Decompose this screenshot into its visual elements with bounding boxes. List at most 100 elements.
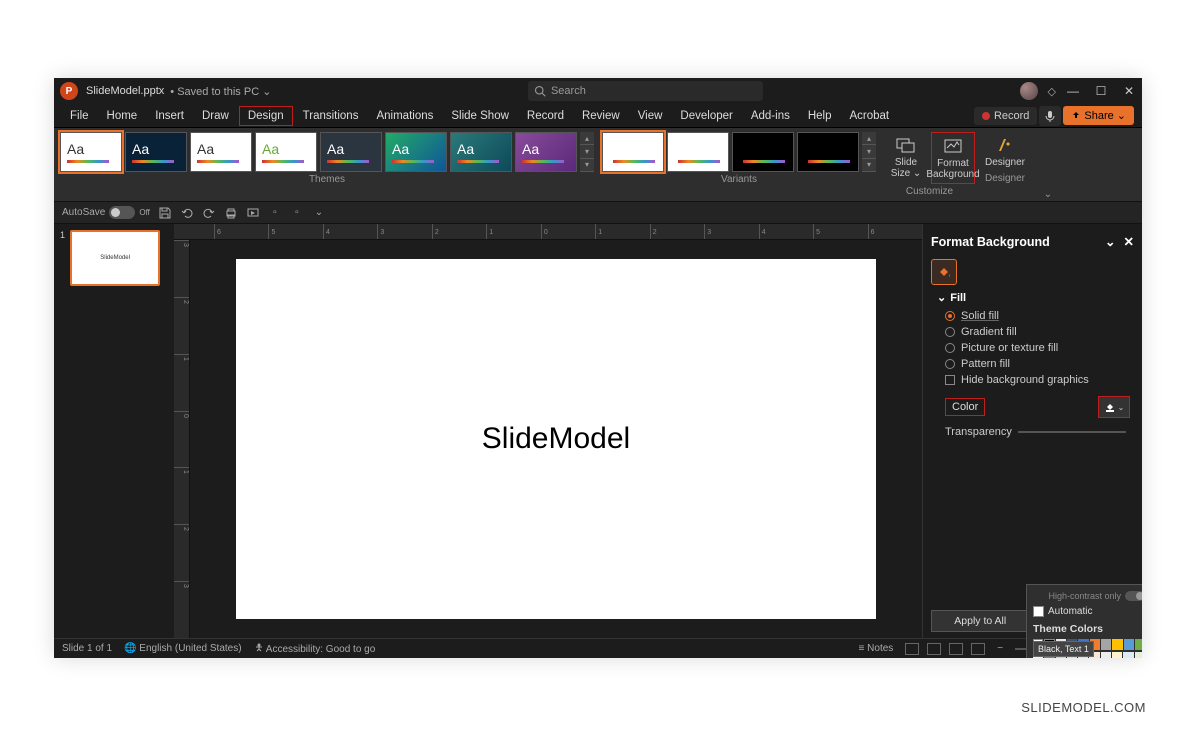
tab-file[interactable]: File: [62, 107, 97, 125]
tab-insert[interactable]: Insert: [147, 107, 192, 125]
language-status[interactable]: 🌐 English (United States): [124, 643, 242, 654]
transparency-slider[interactable]: [1018, 431, 1126, 433]
slide-canvas[interactable]: SlideModel: [236, 259, 876, 619]
theme-thumb[interactable]: Aa: [125, 132, 187, 172]
tab-help[interactable]: Help: [800, 107, 840, 125]
tab-design[interactable]: Design: [239, 106, 293, 126]
color-picker-button[interactable]: ⌄: [1098, 396, 1130, 418]
slide-panel: 1 SlideModel: [54, 224, 174, 638]
color-swatch[interactable]: [1101, 652, 1111, 658]
theme-thumb[interactable]: Aa: [450, 132, 512, 172]
high-contrast-toggle[interactable]: High-contrast only: [1031, 589, 1142, 603]
app-icon: P: [60, 82, 78, 100]
canvas-area[interactable]: SlideModel: [190, 240, 922, 638]
tab-transitions[interactable]: Transitions: [295, 107, 367, 125]
slideshow-view-icon[interactable]: [971, 643, 985, 655]
tab-view[interactable]: View: [630, 107, 671, 125]
user-avatar[interactable]: [1020, 82, 1038, 100]
from-beginning-icon[interactable]: [246, 206, 260, 220]
status-bar: Slide 1 of 1 🌐 English (United States) A…: [54, 638, 1142, 658]
reading-view-icon[interactable]: [949, 643, 963, 655]
tab-review[interactable]: Review: [574, 107, 628, 125]
variant-thumb[interactable]: [602, 132, 664, 172]
maximize-button[interactable]: ☐: [1094, 84, 1108, 98]
record-button[interactable]: Record: [974, 107, 1037, 125]
pattern-fill-radio[interactable]: Pattern fill: [937, 356, 1134, 372]
print-icon[interactable]: [224, 206, 238, 220]
minimize-button[interactable]: —: [1066, 84, 1080, 98]
accessibility-status[interactable]: Accessibility: Good to go: [254, 642, 376, 655]
ribbon-tabs: FileHomeInsertDrawDesignTransitionsAnima…: [54, 104, 1142, 128]
ribbon-collapse[interactable]: ⌄: [1039, 187, 1057, 201]
color-swatch[interactable]: [1101, 639, 1111, 650]
variants-scroll[interactable]: ▴▾▾: [862, 132, 876, 172]
picture-fill-radio[interactable]: Picture or texture fill: [937, 340, 1134, 356]
tab-home[interactable]: Home: [99, 107, 146, 125]
share-button[interactable]: Share ⌄: [1063, 106, 1134, 125]
search-icon: [534, 85, 546, 97]
color-swatch[interactable]: [1112, 652, 1122, 658]
format-background-pane: Format Background ⌄ ✕ ⌄ Fill Solid fill …: [922, 224, 1142, 638]
ruler-vertical: 3210123: [174, 240, 190, 638]
format-background-button[interactable]: Format Background: [931, 132, 975, 184]
tab-acrobat[interactable]: Acrobat: [842, 107, 898, 125]
qat-icon[interactable]: ▫: [290, 206, 304, 220]
pane-close-button[interactable]: ✕: [1124, 234, 1134, 249]
color-swatch[interactable]: [1123, 652, 1133, 658]
sorter-view-icon[interactable]: [927, 643, 941, 655]
theme-thumb[interactable]: Aa: [190, 132, 252, 172]
autosave-toggle[interactable]: AutoSave Off: [62, 206, 150, 219]
save-status[interactable]: • Saved to this PC ⌄: [170, 85, 271, 98]
designer-button[interactable]: Designer: [983, 132, 1027, 171]
filename: SlideModel.pptx: [86, 85, 164, 97]
solid-fill-radio[interactable]: Solid fill: [937, 308, 1134, 324]
redo-icon[interactable]: [202, 206, 216, 220]
save-icon[interactable]: [158, 206, 172, 220]
tab-animations[interactable]: Animations: [368, 107, 441, 125]
color-swatch[interactable]: [1112, 639, 1122, 650]
variant-thumb[interactable]: [667, 132, 729, 172]
fill-tab-icon[interactable]: [931, 259, 957, 285]
color-swatch[interactable]: [1124, 639, 1134, 650]
attribution: SLIDEMODEL.COM: [1021, 700, 1146, 715]
pane-dropdown[interactable]: ⌄: [1105, 234, 1115, 249]
color-swatch[interactable]: [1135, 639, 1142, 650]
slide-title-text[interactable]: SlideModel: [482, 422, 630, 456]
variant-thumb[interactable]: [797, 132, 859, 172]
mic-button[interactable]: [1039, 106, 1061, 126]
theme-thumb[interactable]: Aa: [255, 132, 317, 172]
tab-slide-show[interactable]: Slide Show: [443, 107, 517, 125]
themes-scroll[interactable]: ▴▾▾: [580, 132, 594, 172]
qat-more[interactable]: ⌄: [312, 206, 326, 220]
automatic-color[interactable]: Automatic: [1031, 603, 1142, 620]
hide-graphics-check[interactable]: Hide background graphics: [937, 372, 1134, 388]
color-swatch[interactable]: [1135, 652, 1142, 658]
tab-developer[interactable]: Developer: [672, 107, 740, 125]
slide-size-button[interactable]: Slide Size ⌄: [884, 132, 928, 184]
lightbulb-icon[interactable]: ◇: [1048, 85, 1056, 98]
close-button[interactable]: ✕: [1122, 84, 1136, 98]
theme-thumb[interactable]: Aa: [60, 132, 122, 172]
apply-to-all-button[interactable]: Apply to All: [931, 610, 1030, 632]
undo-icon[interactable]: [180, 206, 194, 220]
search-input[interactable]: Search: [528, 81, 763, 101]
designer-group: Designer Designer: [983, 132, 1027, 201]
tab-add-ins[interactable]: Add-ins: [743, 107, 798, 125]
tab-record[interactable]: Record: [519, 107, 572, 125]
gradient-fill-radio[interactable]: Gradient fill: [937, 324, 1134, 340]
theme-thumb[interactable]: Aa: [320, 132, 382, 172]
normal-view-icon[interactable]: [905, 643, 919, 655]
variant-thumb[interactable]: [732, 132, 794, 172]
tab-draw[interactable]: Draw: [194, 107, 237, 125]
theme-colors-header: Theme Colors: [1031, 620, 1142, 638]
color-tooltip: Black, Text 1: [1033, 641, 1094, 657]
theme-thumb[interactable]: Aa: [515, 132, 577, 172]
theme-thumb[interactable]: Aa: [385, 132, 447, 172]
slide-thumbnail[interactable]: SlideModel: [70, 230, 160, 286]
zoom-out[interactable]: −: [997, 643, 1003, 654]
qat-icon[interactable]: ▫: [268, 206, 282, 220]
work-area: 1 SlideModel 6543210123456 3210123 Slide…: [54, 224, 1142, 638]
slide-counter[interactable]: Slide 1 of 1: [62, 643, 112, 654]
fill-expander[interactable]: ⌄ Fill: [937, 291, 1134, 304]
notes-button[interactable]: ≡ Notes: [859, 643, 894, 654]
